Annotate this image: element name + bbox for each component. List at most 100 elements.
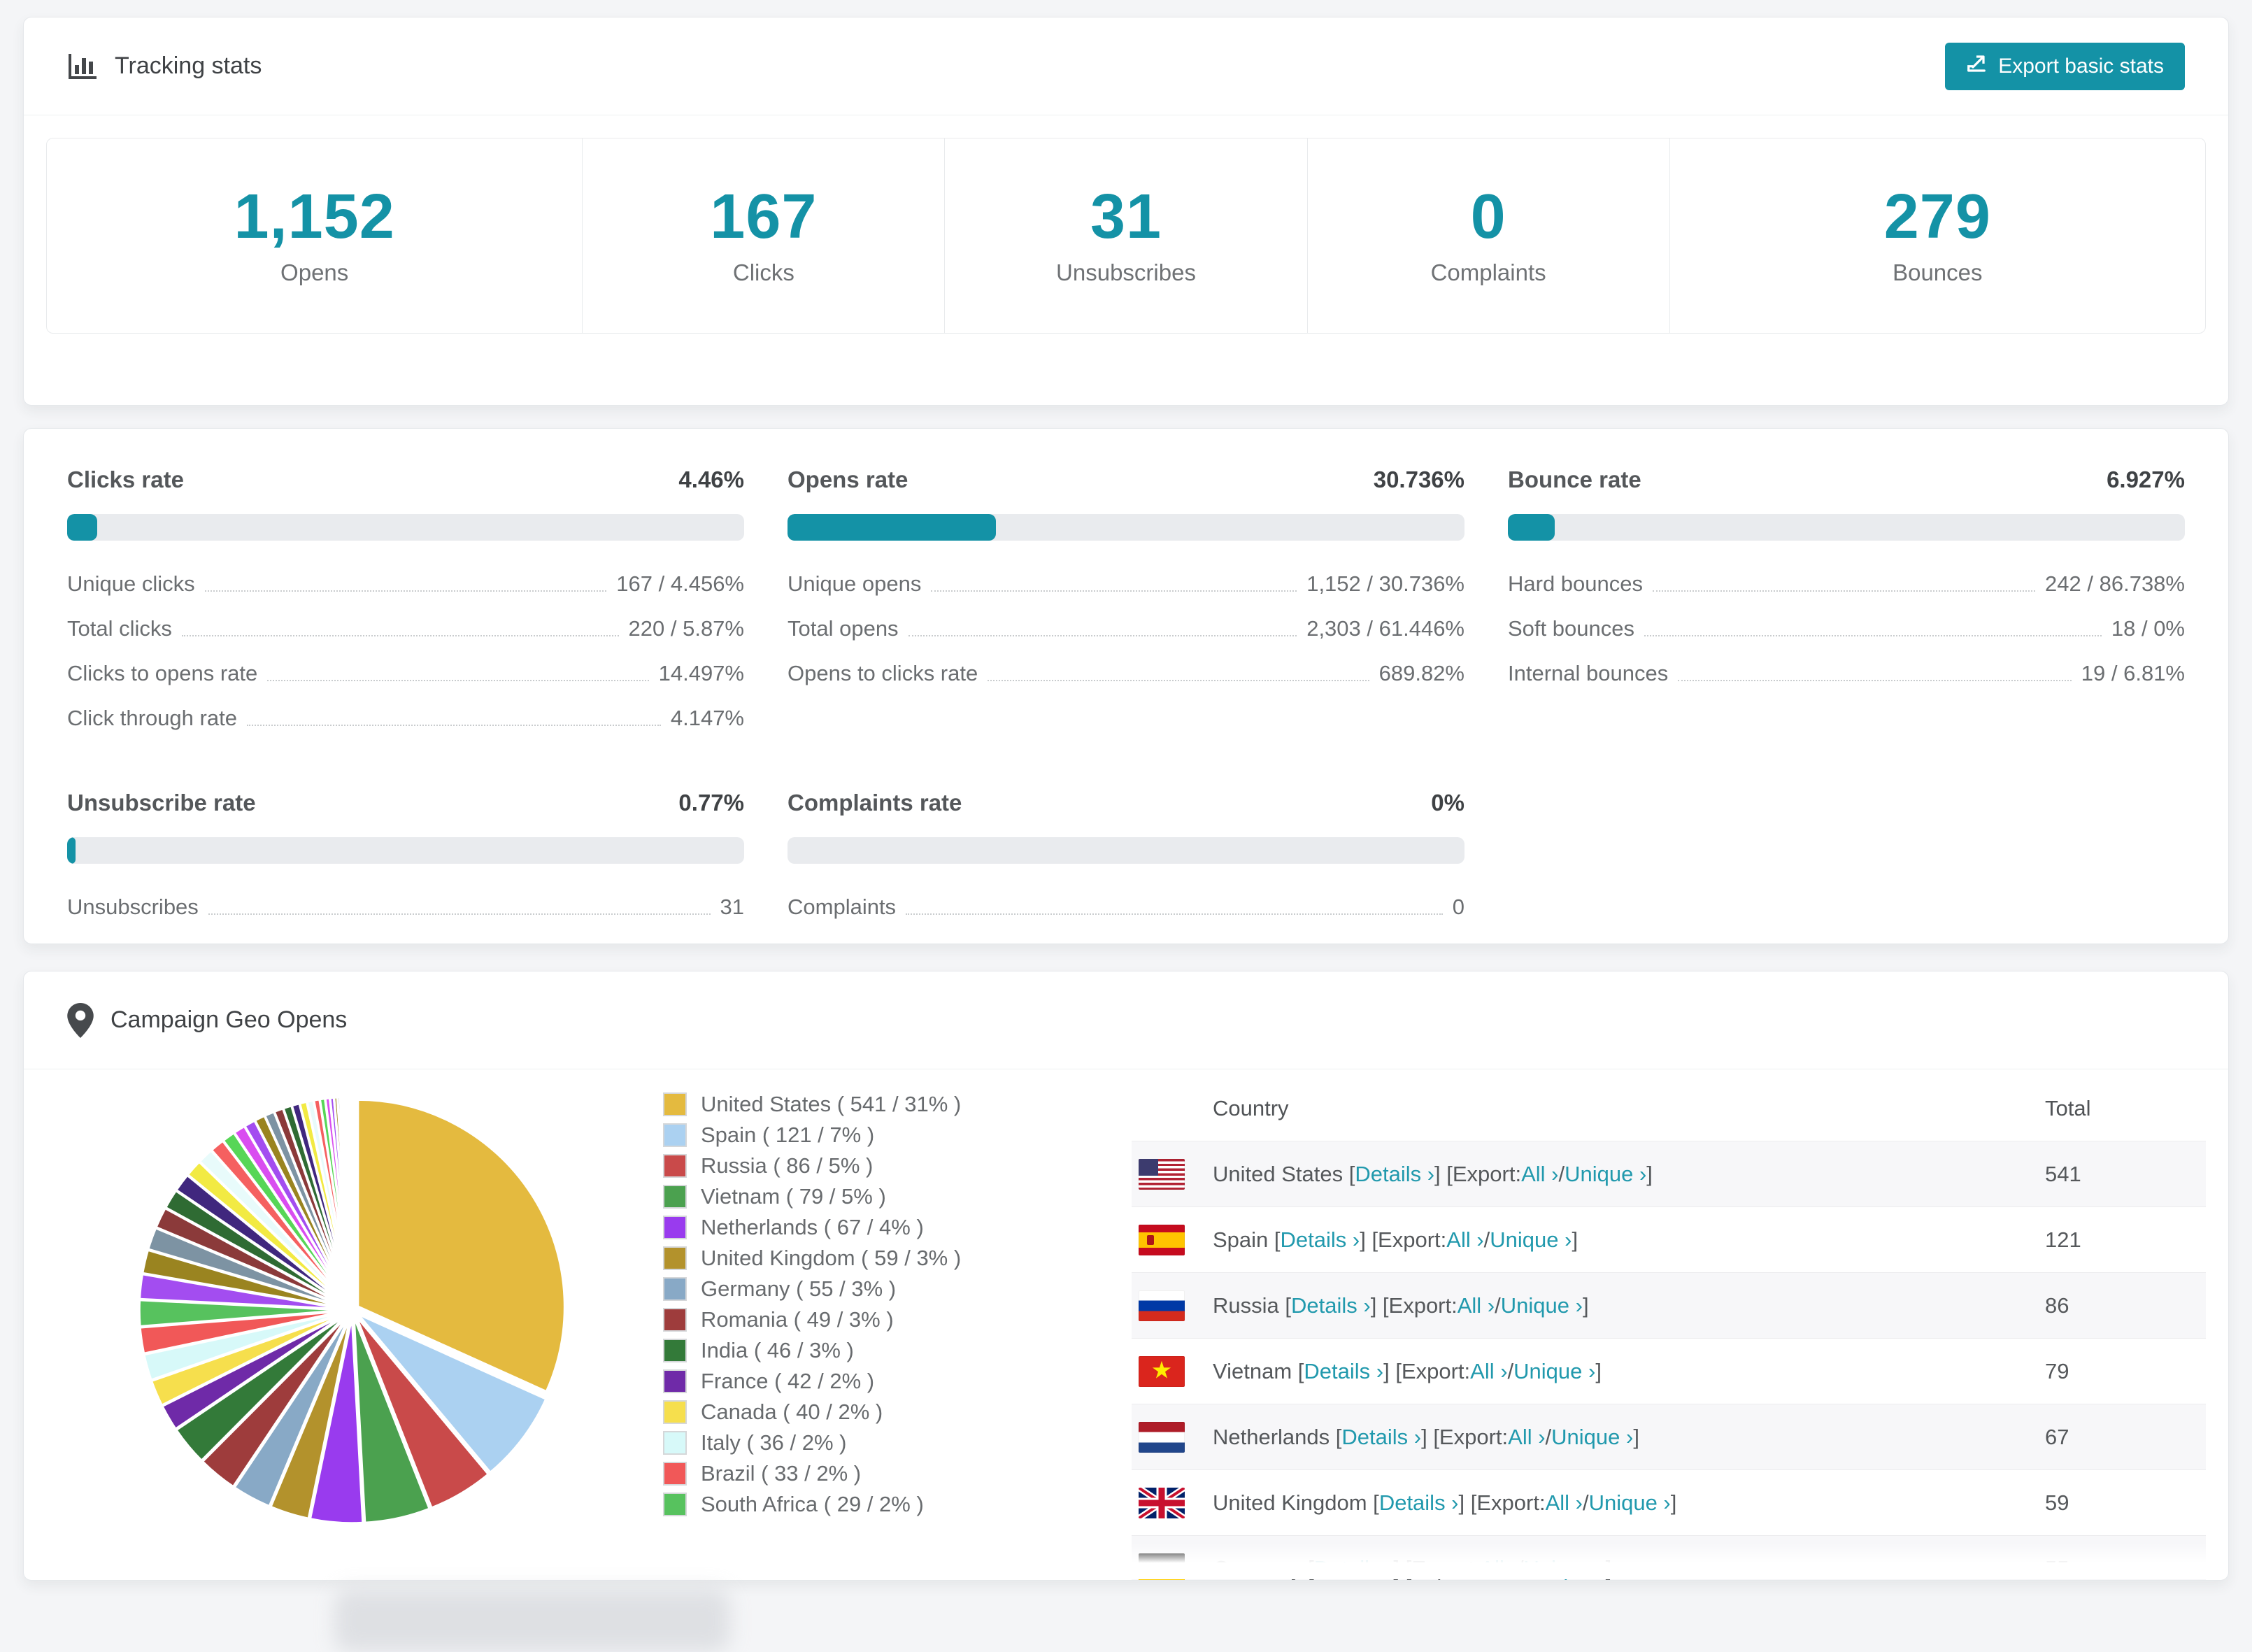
legend-swatch-icon	[663, 1369, 687, 1393]
rate-panel-clicks-rate: Clicks rate4.46%Unique clicks167 / 4.456…	[67, 467, 744, 741]
rate-row: Total opens 2,303 / 61.446%	[788, 606, 1464, 651]
details-link[interactable]: Details ›	[1379, 1490, 1459, 1516]
export-unique-link[interactable]: Unique ›	[1589, 1490, 1671, 1516]
rate-row-value: 18 / 0%	[2111, 616, 2185, 641]
legend-label: Germany ( 55 / 3% )	[701, 1276, 896, 1302]
export-all-link[interactable]: All ›	[1458, 1293, 1495, 1318]
legend-item[interactable]: Netherlands ( 67 / 4% )	[663, 1212, 1083, 1243]
country-cell: Vietnam [Details ›] [Export: All › / Uni…	[1213, 1359, 1602, 1384]
star-glyph: ★	[1151, 1358, 1172, 1382]
rate-rows: Unique clicks167 / 4.456%Total clicks220…	[67, 562, 744, 741]
table-row: United States [Details ›] [Export: All ›…	[1132, 1141, 2206, 1206]
rate-row-label: Complaints	[788, 895, 896, 920]
rate-row-value: 242 / 86.738%	[2045, 571, 2185, 597]
rate-row-label: Unique clicks	[67, 571, 195, 597]
details-link[interactable]: Details ›	[1304, 1359, 1383, 1384]
details-link[interactable]: Details ›	[1341, 1425, 1421, 1450]
legend-item[interactable]: United Kingdom ( 59 / 3% )	[663, 1243, 1083, 1274]
progress-bar	[67, 837, 744, 864]
country-name: United Kingdom [	[1213, 1490, 1379, 1516]
details-link[interactable]: Details ›	[1291, 1293, 1371, 1318]
rate-head: Opens rate30.736%	[788, 467, 1464, 493]
details-link[interactable]: Details ›	[1281, 1227, 1360, 1253]
table-row: Netherlands [Details ›] [Export: All › /…	[1132, 1404, 2206, 1469]
stat-value: 279	[1884, 185, 1991, 248]
country-name: United States [	[1213, 1162, 1355, 1187]
legend-item[interactable]: Spain ( 121 / 7% )	[663, 1120, 1083, 1151]
rate-value: 30.736%	[1374, 467, 1464, 493]
rate-head: Bounce rate6.927%	[1508, 467, 2185, 493]
progress-bar-fill	[67, 837, 76, 864]
legend-item[interactable]: India ( 46 / 3% )	[663, 1335, 1083, 1366]
dotted-leader	[182, 635, 619, 636]
geo-pie-chart[interactable]	[134, 1092, 571, 1528]
rate-row-label: Unique opens	[788, 571, 921, 597]
dotted-leader	[1678, 680, 2072, 681]
slash-text: /	[1583, 1490, 1589, 1516]
country-name: Germany [	[1213, 1556, 1314, 1581]
legend-item[interactable]: Romania ( 49 / 3% )	[663, 1304, 1083, 1335]
dotted-leader	[1644, 635, 2102, 636]
slash-text: /	[1546, 1425, 1552, 1450]
rate-row-value: 4.147%	[671, 706, 744, 731]
export-all-link[interactable]: All ›	[1470, 1359, 1507, 1384]
legend-swatch-icon	[663, 1462, 687, 1486]
dotted-leader	[906, 913, 1443, 915]
export-all-link[interactable]: All ›	[1446, 1227, 1483, 1253]
geo-table: Country Total United States [Details ›] …	[1132, 1082, 2206, 1581]
rate-title: Bounce rate	[1508, 467, 1641, 493]
country-cell: Netherlands [Details ›] [Export: All › /…	[1213, 1425, 1639, 1450]
rate-row-label: Click through rate	[67, 706, 237, 731]
slash-text: /	[1558, 1162, 1565, 1187]
campaign-geo-opens-card: Campaign Geo Opens United States ( 541 /…	[23, 971, 2229, 1581]
stat-label: Unsubscribes	[1056, 259, 1196, 286]
export-unique-link[interactable]: Unique ›	[1523, 1556, 1605, 1581]
rate-row-value: 31	[720, 895, 744, 920]
rate-row-value: 2,303 / 61.446%	[1306, 616, 1464, 641]
export-all-link[interactable]: All ›	[1521, 1162, 1558, 1187]
export-all-link[interactable]: All ›	[1508, 1425, 1545, 1450]
legend-item[interactable]: Germany ( 55 / 3% )	[663, 1274, 1083, 1304]
rate-row-label: Unsubscribes	[67, 895, 199, 920]
geo-title: Campaign Geo Opens	[111, 1006, 347, 1034]
ru-flag-icon	[1139, 1290, 1185, 1321]
export-basic-stats-button[interactable]: Export basic stats	[1945, 43, 2185, 90]
legend-item[interactable]: United States ( 541 / 31% )	[663, 1089, 1083, 1120]
legend-item[interactable]: Russia ( 86 / 5% )	[663, 1151, 1083, 1181]
rate-row-label: Total opens	[788, 616, 899, 641]
export-all-link[interactable]: All ›	[1480, 1556, 1517, 1581]
legend-label: India ( 46 / 3% )	[701, 1338, 854, 1363]
export-unique-link[interactable]: Unique ›	[1513, 1359, 1595, 1384]
export-all-link[interactable]: All ›	[1546, 1490, 1583, 1516]
legend-label: Spain ( 121 / 7% )	[701, 1123, 874, 1148]
country-cell: Spain [Details ›] [Export: All › / Uniqu…	[1213, 1227, 1578, 1253]
details-link[interactable]: Details ›	[1314, 1556, 1394, 1581]
legend-item[interactable]: Canada ( 40 / 2% )	[663, 1397, 1083, 1427]
export-unique-link[interactable]: Unique ›	[1490, 1227, 1572, 1253]
dotted-leader	[1653, 590, 2035, 592]
table-row: ★ Vietnam [Details ›] [Export: All › / Un…	[1132, 1338, 2206, 1404]
legend-item[interactable]: South Africa ( 29 / 2% )	[663, 1489, 1083, 1520]
rate-value: 0%	[1431, 790, 1464, 816]
legend-item[interactable]: Italy ( 36 / 2% )	[663, 1427, 1083, 1458]
rate-row-value: 14.497%	[659, 661, 744, 686]
legend-swatch-icon	[663, 1431, 687, 1455]
export-unique-link[interactable]: Unique ›	[1551, 1425, 1633, 1450]
slash-text: /	[1484, 1227, 1490, 1253]
legend-item[interactable]: Brazil ( 33 / 2% )	[663, 1458, 1083, 1489]
rate-row: Internal bounces19 / 6.81%	[1508, 651, 2185, 696]
export-unique-link[interactable]: Unique ›	[1501, 1293, 1583, 1318]
total-value: 59	[2045, 1490, 2206, 1516]
table-row: Germany [Details ›] [Export: All › / Uni…	[1132, 1535, 2206, 1581]
rate-row-value: 167 / 4.456%	[616, 571, 744, 597]
legend-item[interactable]: France ( 42 / 2% )	[663, 1366, 1083, 1397]
legend-swatch-icon	[663, 1400, 687, 1424]
legend-item[interactable]: Vietnam ( 79 / 5% )	[663, 1181, 1083, 1212]
details-link[interactable]: Details ›	[1355, 1162, 1434, 1187]
stat-opens: 1,152Opens	[47, 138, 582, 333]
progress-bar-fill	[67, 514, 97, 541]
country-name: Vietnam [	[1213, 1359, 1304, 1384]
gb-flag-icon	[1139, 1488, 1185, 1518]
export-unique-link[interactable]: Unique ›	[1565, 1162, 1646, 1187]
rate-row: Soft bounces18 / 0%	[1508, 606, 2185, 651]
